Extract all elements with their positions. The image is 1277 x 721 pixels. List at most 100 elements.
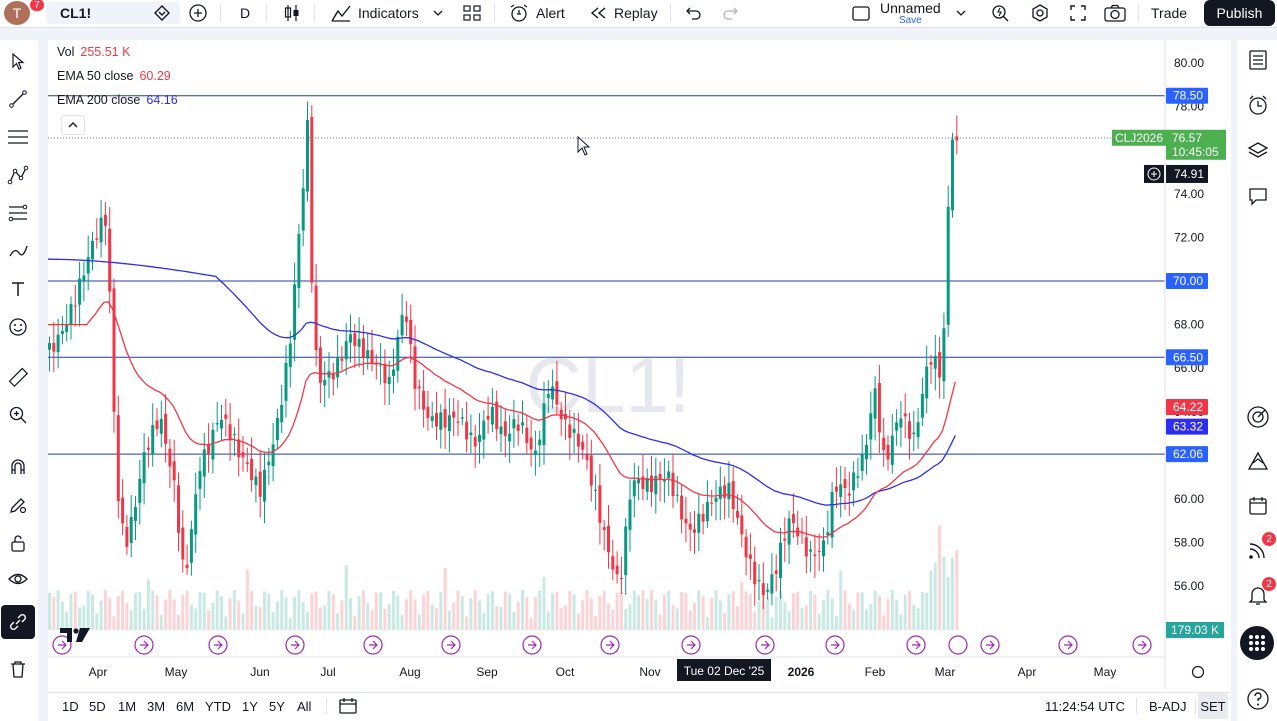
trade-button[interactable]: Trade <box>1151 0 1187 26</box>
quick-search-icon[interactable] <box>990 0 1012 26</box>
indicators-dropdown-icon[interactable] <box>432 0 444 26</box>
pencil-lock-icon[interactable] <box>4 491 32 519</box>
legend-ema200[interactable]: EMA 200 close 64.16 <box>57 92 178 108</box>
range-1d[interactable]: 1D <box>62 693 79 719</box>
target-icon[interactable] <box>1243 402 1273 432</box>
redo-icon[interactable] <box>721 0 741 26</box>
zoom-in-icon[interactable] <box>4 401 32 429</box>
watchlist-icon[interactable] <box>1243 45 1273 75</box>
volume-bar <box>469 598 473 630</box>
alerts-clock-icon[interactable] <box>1243 90 1273 120</box>
emoji-icon[interactable] <box>4 313 32 341</box>
legend-volume[interactable]: Vol 255.51 K <box>57 44 130 60</box>
price-chart[interactable]: CL1! 80.0078.0076.0074.0072.0070.0068.00… <box>48 40 1231 690</box>
goto-date-calendar-icon[interactable] <box>338 693 358 719</box>
trash-icon[interactable] <box>4 655 32 683</box>
text-tool-icon[interactable] <box>4 275 32 303</box>
streams-icon[interactable]: 2 <box>1243 531 1277 565</box>
compare-add-icon[interactable] <box>188 0 208 26</box>
range-1m[interactable]: 1M <box>118 693 136 719</box>
range-ytd[interactable]: YTD <box>205 693 231 719</box>
replay-button[interactable]: Replay <box>588 0 658 26</box>
session-toggle[interactable]: SET <box>1198 693 1228 719</box>
backadjust-toggle[interactable]: B-ADJ <box>1149 693 1187 719</box>
layers-icon[interactable] <box>1243 136 1273 166</box>
horizontal-lines-icon[interactable] <box>4 123 32 151</box>
fib-retracement-icon[interactable] <box>4 199 32 227</box>
candle-body <box>581 441 585 450</box>
rewind-icon <box>590 7 606 19</box>
ruler-icon[interactable] <box>4 363 32 391</box>
layout-checkbox[interactable] <box>851 0 871 26</box>
legend-ema50[interactable]: EMA 50 close 60.29 <box>57 68 171 84</box>
cursor-arrow-icon[interactable] <box>4 47 32 75</box>
trend-line-icon[interactable] <box>4 85 32 113</box>
link-icon[interactable] <box>1 605 35 639</box>
candles-style-icon[interactable] <box>282 0 302 26</box>
candle-body <box>245 462 249 464</box>
volume-bar <box>839 570 843 630</box>
brush-icon[interactable] <box>4 237 32 265</box>
volume-bar <box>955 550 959 630</box>
range-5d[interactable]: 5D <box>89 693 106 719</box>
publish-label: Publish <box>1216 5 1263 21</box>
volume-bar <box>370 610 374 630</box>
candle-body <box>650 475 653 493</box>
fullscreen-icon[interactable] <box>1068 0 1088 26</box>
candle-body <box>667 471 671 479</box>
interval-button[interactable]: D <box>240 0 250 26</box>
candle-body <box>662 479 666 482</box>
volume-bar <box>675 608 679 630</box>
candle-body <box>69 304 73 325</box>
pitchfork-icon[interactable] <box>4 161 32 189</box>
time-tick-label: Oct <box>556 665 575 679</box>
candle-body <box>710 502 714 504</box>
chat-icon[interactable] <box>1243 182 1273 212</box>
range-1y[interactable]: 1Y <box>242 693 258 719</box>
candle-body <box>121 497 125 524</box>
notifications-bell-icon[interactable]: 2 <box>1243 576 1277 610</box>
alert-button[interactable]: Alert <box>508 0 565 26</box>
calendar-icon[interactable] <box>1243 490 1273 520</box>
layouts-grid-icon[interactable] <box>462 0 482 26</box>
range-all[interactable]: All <box>297 693 311 719</box>
user-avatar[interactable]: T 7 <box>4 0 45 25</box>
legend-collapse-button[interactable] <box>61 115 85 135</box>
candle-body <box>813 554 817 557</box>
candle-body <box>392 369 395 377</box>
symbol-info-icon[interactable] <box>152 0 172 26</box>
undo-icon[interactable] <box>683 0 703 26</box>
ema200-line <box>48 258 956 506</box>
range-3m[interactable]: 3M <box>147 693 165 719</box>
volume-bar <box>112 616 116 630</box>
eye-icon[interactable] <box>4 565 32 593</box>
help-icon[interactable] <box>1243 684 1273 714</box>
candle-body <box>779 542 782 578</box>
candle-body <box>490 406 494 425</box>
chevron-up-icon <box>68 122 78 128</box>
ideas-icon[interactable] <box>1243 446 1273 476</box>
clock-utc[interactable]: 11:24:54 UTC <box>1045 693 1125 719</box>
candle-body <box>757 580 761 582</box>
volume-bar <box>194 608 198 630</box>
magnet-icon[interactable] <box>4 453 32 481</box>
volume-bar <box>714 590 718 630</box>
chart-panel[interactable]: CL1! 80.0078.0076.0074.0072.0070.0068.00… <box>48 40 1231 721</box>
range-6m[interactable]: 6M <box>176 693 194 719</box>
range-5y[interactable]: 5Y <box>269 693 285 719</box>
indicators-button[interactable]: Indicators <box>330 0 419 26</box>
lightning-event-icon <box>948 635 968 655</box>
lock-icon[interactable] <box>4 529 32 557</box>
camera-snapshot-icon[interactable] <box>1103 0 1127 26</box>
layout-dropdown-icon[interactable] <box>955 0 967 26</box>
price-tick-label: 68.00 <box>1174 318 1204 332</box>
candle-body <box>349 334 352 343</box>
volume-bar <box>331 594 335 630</box>
candle-body <box>318 347 322 383</box>
publish-button[interactable]: Publish <box>1204 0 1275 26</box>
settings-gear-icon[interactable] <box>1030 0 1050 26</box>
price-tick-label: 74.00 <box>1174 187 1204 201</box>
apps-grid-icon[interactable] <box>1240 626 1274 660</box>
layout-name-button[interactable]: Unnamed Save <box>880 0 941 26</box>
candle-body <box>129 516 133 544</box>
